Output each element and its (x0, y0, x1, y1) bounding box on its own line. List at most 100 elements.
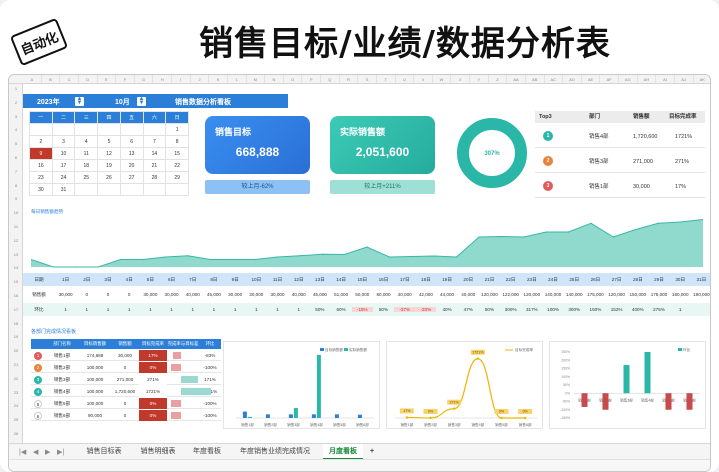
calendar-day[interactable]: 7 (142, 135, 167, 148)
column-header[interactable]: D (79, 75, 98, 83)
column-header[interactable]: P (302, 75, 321, 83)
column-header[interactable]: G (135, 75, 154, 83)
column-header[interactable]: R (340, 75, 359, 83)
calendar-day[interactable]: 25 (74, 171, 99, 184)
tab-annual-performance[interactable]: 年度销售业绩完成情况 (231, 444, 319, 460)
tab-sales-detail[interactable]: 销售明细表 (133, 444, 183, 460)
row-header[interactable]: 8 (9, 183, 23, 188)
column-header[interactable]: Z (489, 75, 508, 83)
column-header[interactable]: I (172, 75, 191, 83)
row-header[interactable]: 12 (9, 238, 23, 243)
calendar-day[interactable]: 13 (119, 147, 144, 160)
first-sheet-icon[interactable]: |◀ (19, 448, 26, 456)
calendar-day[interactable]: 31 (51, 183, 76, 196)
row-header[interactable]: 15 (9, 279, 23, 284)
calendar-day[interactable]: 21 (142, 159, 167, 172)
row-header[interactable]: 26 (9, 431, 23, 436)
calendar-day[interactable]: 22 (165, 159, 189, 172)
calendar-day[interactable]: 9 (29, 147, 53, 160)
column-header[interactable]: AK (694, 75, 711, 83)
calendar-day[interactable]: 29 (165, 171, 189, 184)
column-header[interactable]: AJ (675, 75, 694, 83)
calendar-day[interactable]: 26 (97, 171, 121, 184)
row-header[interactable]: 22 (9, 376, 23, 381)
row-header[interactable]: 18 (9, 321, 23, 326)
next-sheet-icon[interactable]: ▶ (45, 448, 50, 456)
calendar-day[interactable]: 3 (51, 135, 76, 148)
calendar-day[interactable]: 1 (165, 123, 189, 136)
calendar-day[interactable]: 28 (142, 171, 167, 184)
last-sheet-icon[interactable]: ▶| (57, 448, 64, 456)
column-header[interactable]: B (42, 75, 61, 83)
calendar-day[interactable]: 11 (74, 147, 99, 160)
row-header[interactable]: 19 (9, 334, 23, 339)
row-header[interactable]: 25 (9, 417, 23, 422)
column-header[interactable]: U (396, 75, 415, 83)
row-header[interactable]: 14 (9, 265, 23, 270)
column-header[interactable]: Q (321, 75, 340, 83)
column-header[interactable]: W (433, 75, 452, 83)
calendar-day[interactable]: 27 (119, 171, 144, 184)
column-header[interactable]: AG (619, 75, 638, 83)
column-header[interactable]: N (265, 75, 284, 83)
calendar-day[interactable]: 4 (74, 135, 99, 148)
calendar-day[interactable]: 6 (119, 135, 144, 148)
calendar-day[interactable]: 5 (97, 135, 121, 148)
column-header[interactable]: O (284, 75, 303, 83)
row-header[interactable]: 17 (9, 307, 23, 312)
column-header[interactable]: V (414, 75, 433, 83)
calendar-day[interactable]: 10 (51, 147, 76, 160)
prev-sheet-icon[interactable]: ◀ (33, 448, 38, 456)
year-spinner[interactable]: ▲ ▼ (75, 96, 84, 106)
row-header[interactable]: 21 (9, 362, 23, 367)
column-header[interactable]: F (116, 75, 135, 83)
column-header[interactable]: J (191, 75, 210, 83)
calendar-day[interactable]: 17 (51, 159, 76, 172)
row-header[interactable]: 23 (9, 390, 23, 395)
tab-monthly-board[interactable]: 月度看板 (323, 444, 363, 460)
column-header[interactable]: AA (507, 75, 526, 83)
calendar-day[interactable]: 15 (165, 147, 189, 160)
row-header[interactable]: 6 (9, 155, 23, 160)
column-header[interactable]: S (358, 75, 377, 83)
month-spinner[interactable]: ▲ ▼ (137, 96, 146, 106)
calendar-day[interactable]: 2 (29, 135, 53, 148)
calendar-day[interactable]: 23 (29, 171, 53, 184)
row-header[interactable]: 13 (9, 252, 23, 257)
column-header[interactable]: Y (470, 75, 489, 83)
column-header[interactable]: AH (638, 75, 657, 83)
row-header[interactable]: 9 (9, 196, 23, 201)
row-header[interactable]: 7 (9, 169, 23, 174)
calendar-day[interactable]: 12 (97, 147, 121, 160)
column-header[interactable]: L (228, 75, 247, 83)
row-header[interactable]: 24 (9, 403, 23, 408)
row-header[interactable]: 3 (9, 114, 23, 119)
calendar-day[interactable]: 8 (165, 135, 189, 148)
calendar-day[interactable]: 14 (142, 147, 167, 160)
row-header[interactable]: 4 (9, 127, 23, 132)
column-header[interactable]: H (153, 75, 172, 83)
tab-sales-target[interactable]: 销售目标表 (79, 444, 129, 460)
calendar-day[interactable]: 30 (29, 183, 53, 196)
tab-annual-board[interactable]: 年度看板 (187, 444, 227, 460)
calendar-day[interactable]: 24 (51, 171, 76, 184)
column-header[interactable]: E (98, 75, 117, 83)
row-header[interactable]: 11 (9, 224, 23, 229)
row-header[interactable]: 16 (9, 293, 23, 298)
calendar-day[interactable]: 18 (74, 159, 99, 172)
column-header[interactable]: X (451, 75, 470, 83)
column-header[interactable]: T (377, 75, 396, 83)
column-header[interactable]: AD (563, 75, 582, 83)
column-header[interactable]: AE (582, 75, 601, 83)
add-sheet-button[interactable]: + (365, 444, 379, 460)
column-header[interactable]: AI (656, 75, 675, 83)
column-header[interactable]: AC (545, 75, 564, 83)
row-header[interactable]: 2 (9, 100, 23, 105)
column-header[interactable]: C (60, 75, 79, 83)
column-header[interactable]: K (209, 75, 228, 83)
row-header[interactable]: 5 (9, 141, 23, 146)
calendar-day[interactable]: 19 (97, 159, 121, 172)
column-header[interactable]: A (23, 75, 42, 83)
column-header[interactable]: AB (526, 75, 545, 83)
row-header[interactable]: 20 (9, 348, 23, 353)
